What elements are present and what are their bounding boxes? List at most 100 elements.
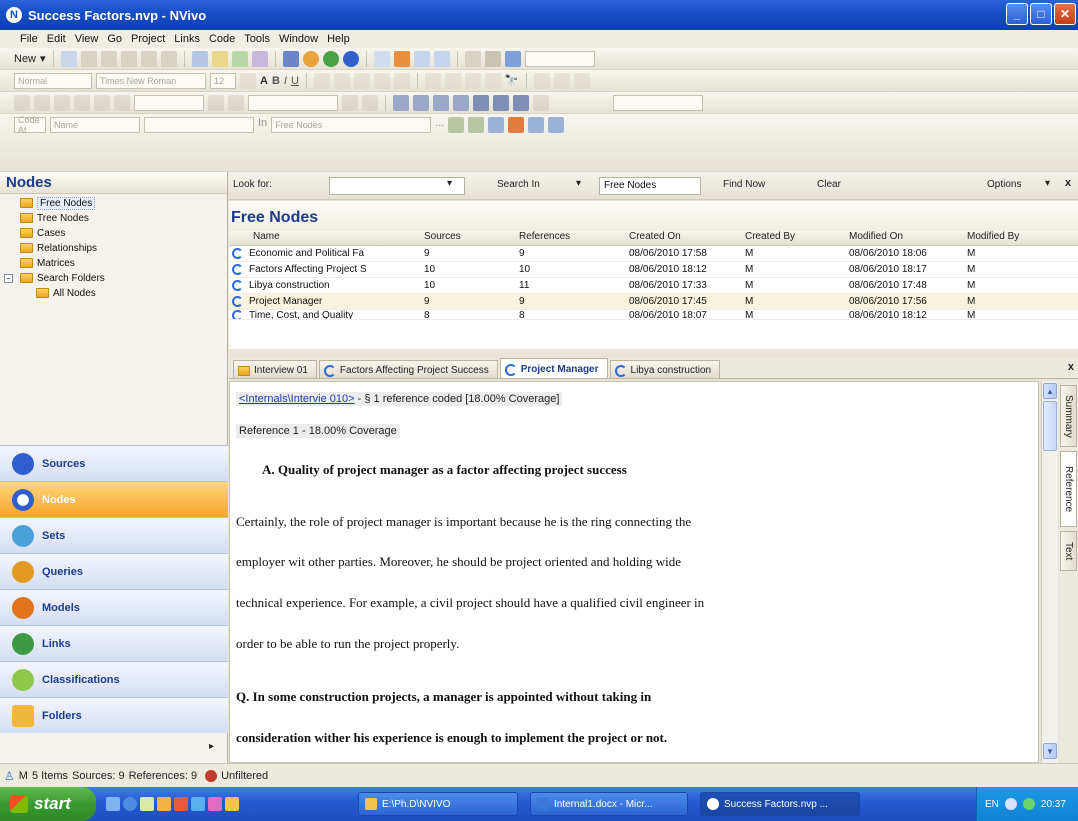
search-in-label[interactable]: Search In: [497, 179, 540, 190]
tab-interview-01[interactable]: Interview 01: [233, 360, 317, 378]
menu-help[interactable]: Help: [327, 33, 350, 45]
volume-slider[interactable]: [248, 94, 338, 111]
col-created-on[interactable]: Created On: [627, 231, 743, 245]
grid-view-icon[interactable]: [393, 94, 409, 111]
code-in-vivo-icon[interactable]: [488, 117, 505, 133]
outlook-icon[interactable]: [157, 797, 171, 811]
save-icon[interactable]: [60, 50, 77, 67]
taskbar-item-nvivo[interactable]: Success Factors.nvp ...: [700, 792, 860, 816]
nav-sources[interactable]: Sources: [0, 445, 228, 481]
table-row[interactable]: Time, Cost, and Quality 8 8 08/06/2010 1…: [229, 310, 1078, 320]
memo-icon[interactable]: [548, 117, 565, 133]
insert-icon[interactable]: [573, 72, 590, 89]
tree-item-all-nodes[interactable]: All Nodes: [20, 286, 227, 300]
menu-file[interactable]: File: [20, 33, 38, 45]
col-modified-by[interactable]: Modified By: [965, 231, 1065, 245]
tree-item-relationships[interactable]: Relationships: [20, 241, 227, 255]
show-desktop-icon[interactable]: [106, 797, 120, 811]
col-modified-on[interactable]: Modified On: [847, 231, 965, 245]
nav-nodes[interactable]: Nodes: [0, 481, 228, 517]
search-in-dropdown-icon[interactable]: ▾: [576, 178, 581, 189]
nav-classifications[interactable]: Classifications: [0, 661, 228, 697]
skip-forward-icon[interactable]: [94, 94, 110, 111]
tab-text[interactable]: Text: [1060, 531, 1077, 571]
redo-icon[interactable]: [553, 72, 570, 89]
tab-libya-construction[interactable]: Libya construction: [609, 360, 721, 378]
look-for-dropdown-icon[interactable]: ▾: [447, 178, 452, 189]
app-icon[interactable]: [208, 797, 222, 811]
model-icon[interactable]: [302, 50, 319, 67]
col-references[interactable]: References: [517, 231, 627, 245]
underline-icon[interactable]: U: [291, 75, 299, 87]
sort-icon[interactable]: [484, 50, 501, 67]
binoculars-icon[interactable]: 🔭: [505, 74, 519, 87]
new-dropdown-icon[interactable]: ▾: [40, 52, 46, 65]
highlighter-icon[interactable]: [313, 72, 330, 89]
menu-edit[interactable]: Edit: [47, 33, 66, 45]
code-at-value[interactable]: [144, 117, 254, 133]
internet-explorer-icon[interactable]: [123, 797, 137, 811]
in-out-icon[interactable]: [342, 94, 358, 111]
close-find-icon[interactable]: x: [1065, 177, 1071, 189]
matrix-icon[interactable]: [473, 94, 489, 111]
justify-icon[interactable]: [393, 72, 410, 89]
chart-wizard-icon[interactable]: [504, 50, 521, 67]
media-player-icon[interactable]: [140, 797, 154, 811]
col-created-by[interactable]: Created By: [743, 231, 847, 245]
stop-icon[interactable]: [34, 94, 50, 111]
maximize-button[interactable]: □: [1030, 3, 1052, 25]
node-content-pane[interactable]: <Internals\Intervie 010> - § 1 reference…: [229, 381, 1039, 763]
zoom-combo[interactable]: [524, 50, 595, 67]
document-scrollbar[interactable]: ▲ ▼: [1041, 381, 1058, 763]
rewind-icon[interactable]: [54, 94, 70, 111]
options-button[interactable]: Options: [987, 179, 1021, 190]
clear-button[interactable]: Clear: [817, 179, 841, 190]
col-sources[interactable]: Sources: [422, 231, 517, 245]
menu-view[interactable]: View: [75, 33, 99, 45]
tab-reference[interactable]: Reference: [1060, 451, 1077, 527]
spelling-icon[interactable]: [533, 72, 550, 89]
code-selection-icon[interactable]: [448, 117, 465, 133]
detail-view-icon[interactable]: [373, 50, 390, 67]
list-view-icon[interactable]: [191, 50, 208, 67]
filter-icon[interactable]: [464, 50, 481, 67]
menu-window[interactable]: Window: [279, 33, 318, 45]
table-row[interactable]: Libya construction 10 11 08/06/2010 17:3…: [229, 278, 1078, 294]
table-view-icon[interactable]: [413, 94, 429, 111]
font-combo[interactable]: Times New Roman: [96, 72, 206, 89]
folder-icon[interactable]: [225, 797, 239, 811]
tree-item-free-nodes[interactable]: Free Nodes: [20, 196, 227, 210]
table-row-selected[interactable]: Project Manager 9 9 08/06/2010 17:45 M 0…: [229, 294, 1078, 310]
undo-icon[interactable]: [160, 50, 177, 67]
coding-stripes-icon[interactable]: [231, 50, 248, 67]
paste-icon[interactable]: [140, 50, 157, 67]
tray-icon[interactable]: [1004, 798, 1017, 810]
messenger-icon[interactable]: [191, 797, 205, 811]
tab-factors-affecting-project-success[interactable]: Factors Affecting Project Success: [318, 360, 498, 378]
menu-tools[interactable]: Tools: [244, 33, 270, 45]
outdent-icon[interactable]: [424, 72, 441, 89]
play-icon[interactable]: [14, 94, 30, 111]
menu-project[interactable]: Project: [131, 33, 165, 45]
skip-back-icon[interactable]: [74, 94, 90, 111]
taskbar-item-word[interactable]: Internal1.docx - Micr...: [530, 792, 688, 816]
align-right-icon[interactable]: [373, 72, 390, 89]
query-icon[interactable]: [433, 50, 450, 67]
tree-item-matrices[interactable]: Matrices: [20, 256, 227, 270]
print-icon[interactable]: [80, 50, 97, 67]
italic-icon[interactable]: I: [284, 75, 287, 87]
align-left-icon[interactable]: [333, 72, 350, 89]
media-play-icon[interactable]: [362, 94, 378, 111]
help-icon[interactable]: [342, 50, 359, 67]
grow-font-icon[interactable]: [240, 72, 256, 89]
nav-links[interactable]: Links: [0, 625, 228, 661]
find-icon[interactable]: [413, 50, 430, 67]
new-button[interactable]: New: [14, 53, 36, 65]
highlight-icon[interactable]: [211, 50, 228, 67]
taskbar-item-explorer[interactable]: E:\Ph.D\NVIVO: [358, 792, 518, 816]
nav-models[interactable]: Models: [0, 589, 228, 625]
find-now-button[interactable]: Find Now: [723, 179, 765, 190]
col-name[interactable]: Name: [229, 231, 422, 245]
font-color-icon[interactable]: A: [260, 75, 268, 87]
minimize-button[interactable]: _: [1006, 3, 1028, 25]
